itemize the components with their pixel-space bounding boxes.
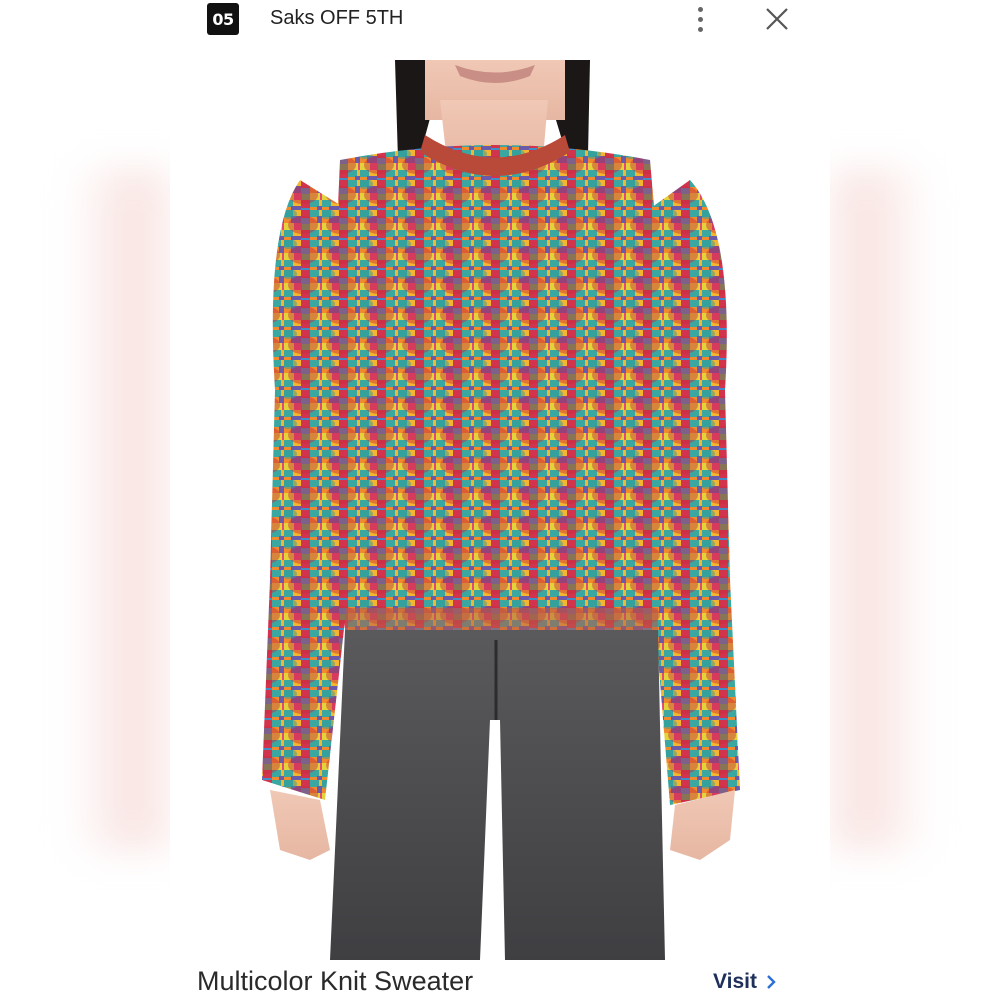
product-photo-graphic [262,60,740,960]
more-vert-icon-dot [697,6,703,12]
visit-label: Visit [713,970,757,993]
product-image[interactable] [170,60,830,960]
product-title[interactable]: Multicolor Knit Sweater [197,966,473,997]
more-vert-icon-dot [697,16,703,22]
close-icon [766,8,788,30]
more-options-button[interactable] [688,4,712,34]
header-bar: 05 Saks OFF 5TH [0,0,1000,40]
visit-link[interactable]: Visit [713,970,777,994]
close-button[interactable] [763,5,791,33]
site-name[interactable]: Saks OFF 5TH [270,7,403,30]
chevron-right-icon [767,975,776,989]
more-vert-icon-dot [697,26,703,32]
site-logo-icon[interactable]: 05 [207,3,239,35]
